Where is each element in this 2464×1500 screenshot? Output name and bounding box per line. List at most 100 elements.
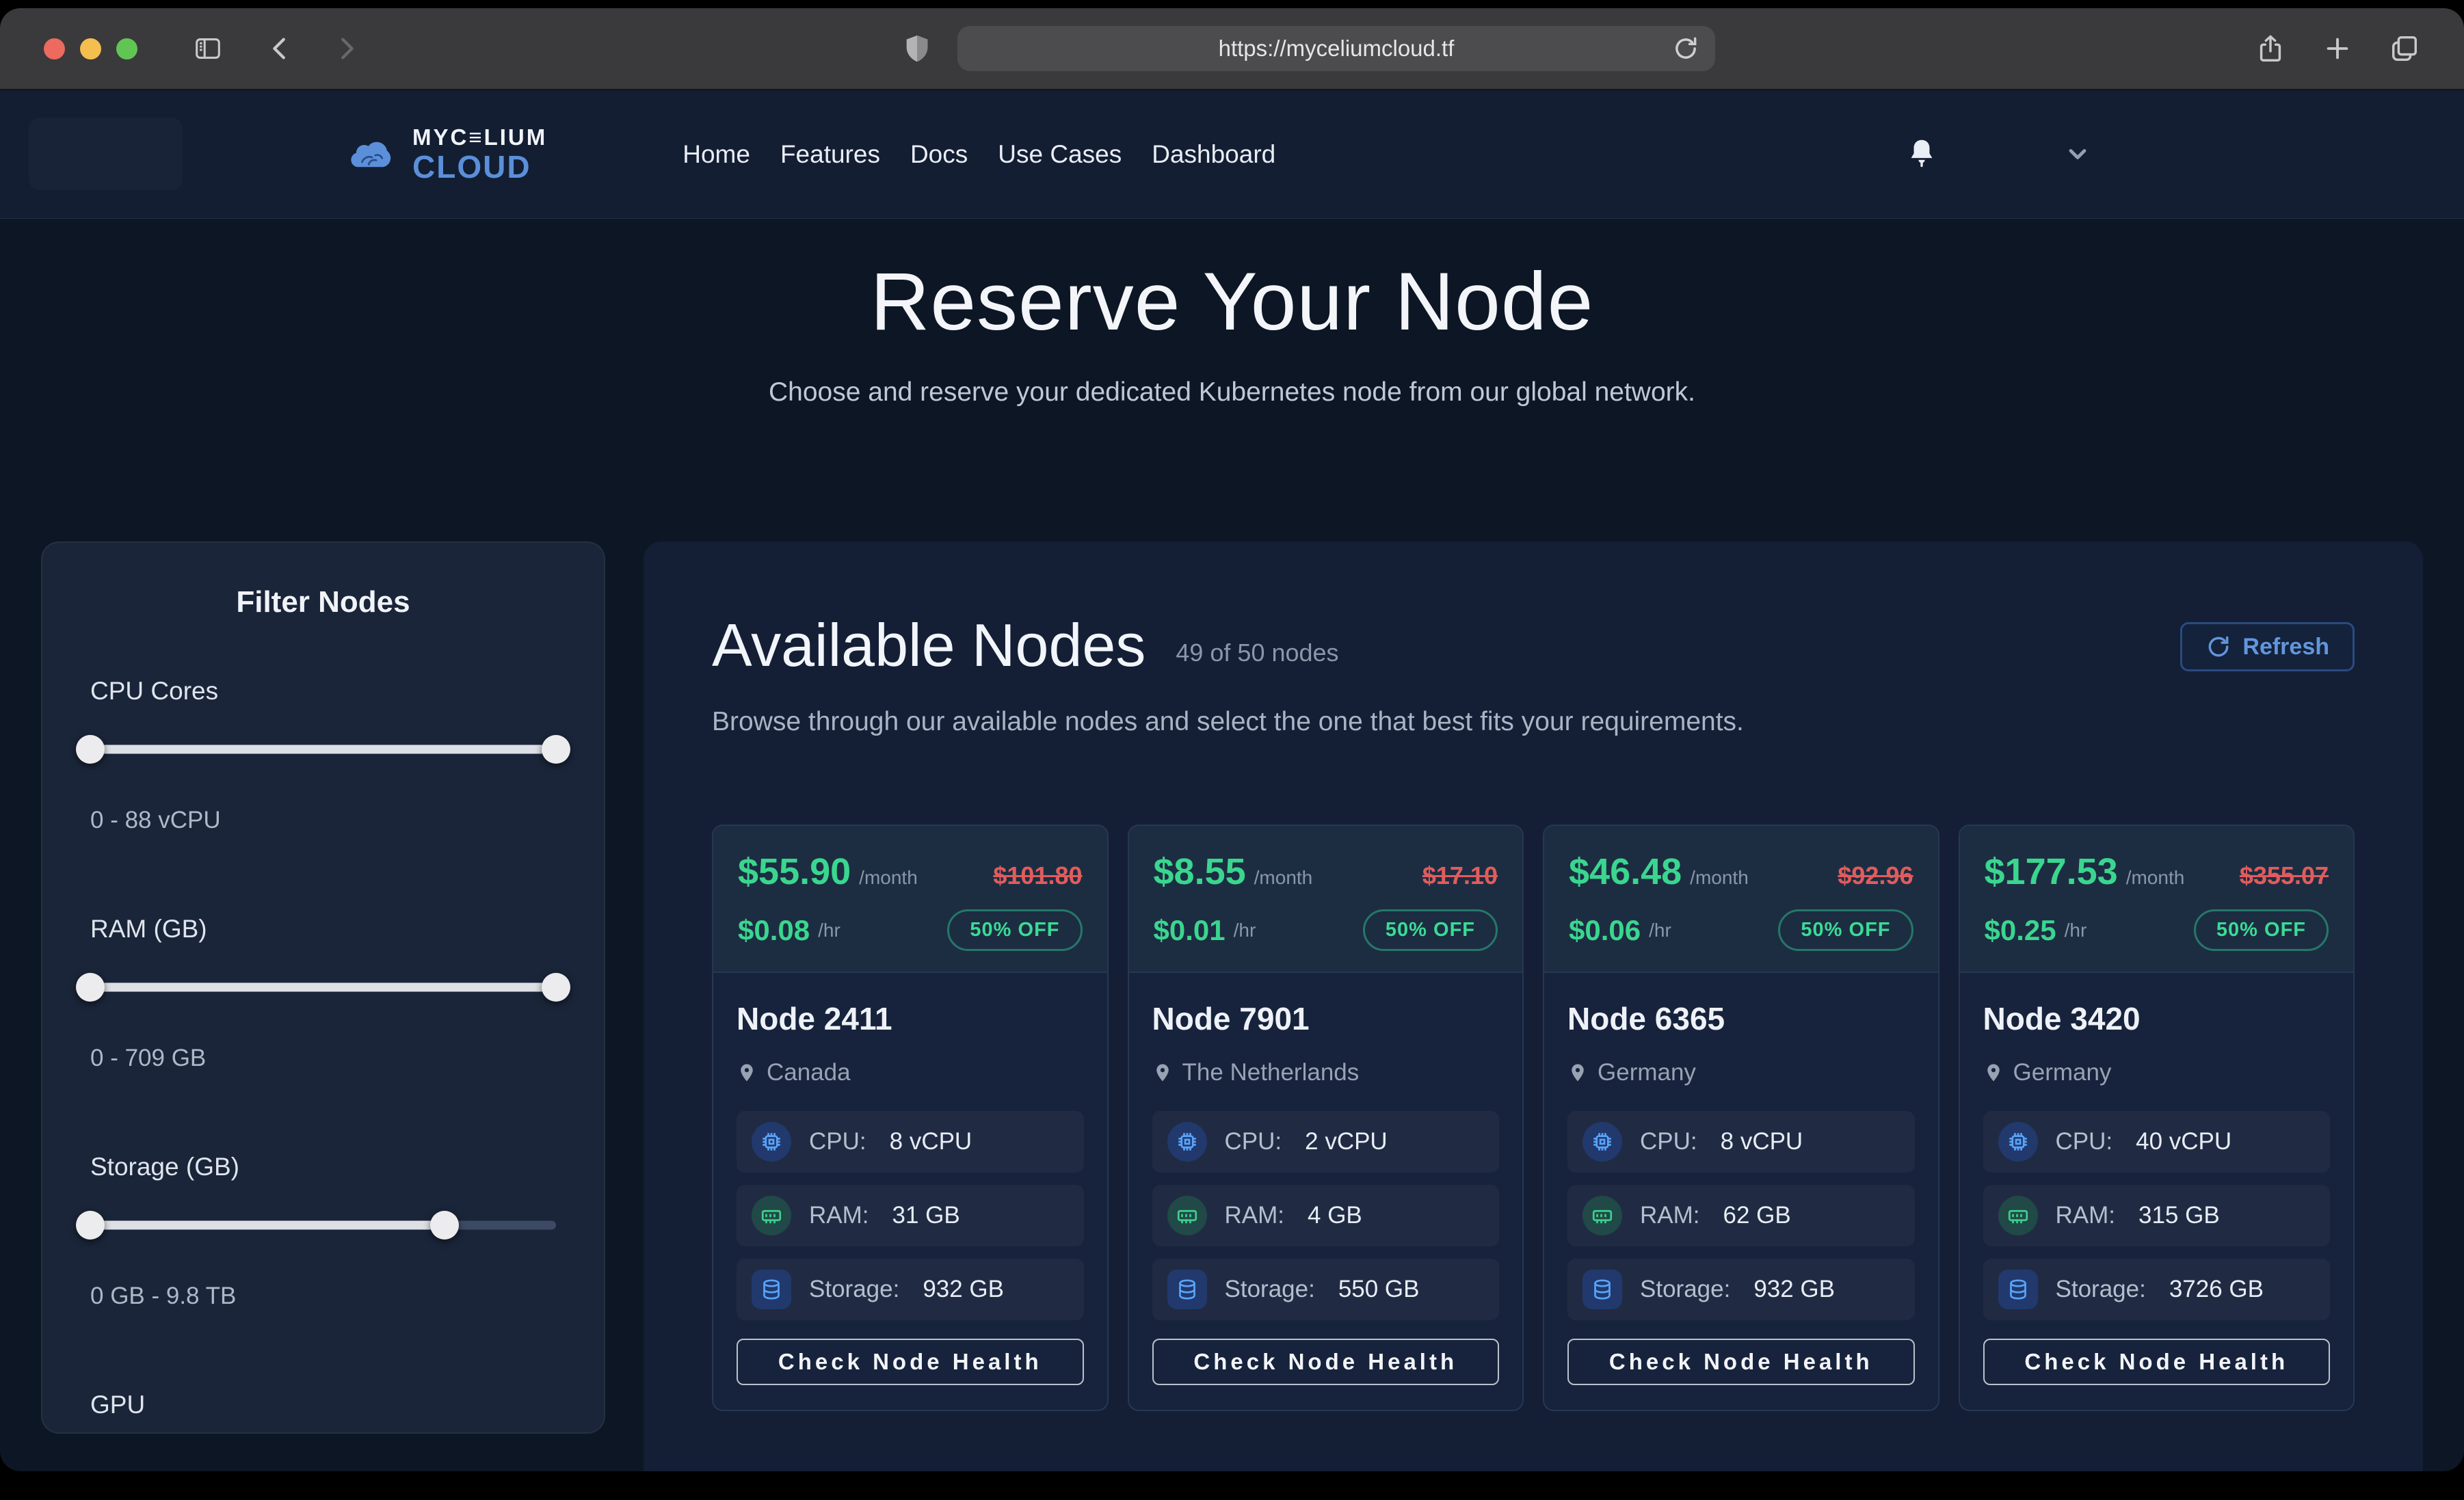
check-node-health-button[interactable]: Check Node Health	[1152, 1339, 1500, 1385]
back-icon	[265, 33, 296, 64]
spec-value: 932 GB	[923, 1276, 1004, 1303]
location-pin-icon	[1983, 1061, 2004, 1084]
storage-range-text: 0 GB - 9.8 TB	[90, 1283, 556, 1310]
spec-value: 3726 GB	[2169, 1276, 2264, 1303]
nav-links: Home Features Docs Use Cases Dashboard	[683, 140, 1275, 169]
brand-logo[interactable]: MYC≡LIUM CLOUD	[345, 126, 547, 183]
discount-badge: 50% OFF	[1778, 909, 1913, 951]
cpu-slider-max-handle[interactable]	[542, 735, 570, 764]
spec-label: RAM:	[809, 1202, 869, 1229]
notifications-button[interactable]	[1900, 134, 1943, 174]
original-price: $92.96	[1838, 861, 1913, 890]
spec-label: Storage:	[2056, 1276, 2146, 1303]
original-price: $17.10	[1422, 861, 1498, 890]
share-icon	[2255, 33, 2286, 64]
ram-slider-max-handle[interactable]	[542, 973, 570, 1002]
node-location: Germany	[2013, 1059, 2112, 1086]
url-text: https://myceliumcloud.tf	[1219, 36, 1455, 62]
spec-row-cpu: CPU: 2 vCPU	[1152, 1111, 1500, 1173]
share-button[interactable]	[2255, 33, 2286, 64]
node-name: Node 3420	[1983, 1000, 2331, 1037]
spec-row-storage: Storage: 932 GB	[1567, 1259, 1915, 1320]
hour-suffix: /hr	[818, 920, 840, 941]
discount-badge: 50% OFF	[2194, 909, 2329, 951]
nav-link-home[interactable]: Home	[683, 140, 750, 169]
node-card: $46.48 /month $92.96 $0.06 /hr 50% OFF N…	[1543, 825, 1939, 1411]
spec-label: CPU:	[809, 1128, 866, 1155]
brand-line2: CLOUD	[412, 151, 547, 183]
storage-slider-min-handle[interactable]	[76, 1211, 105, 1240]
location-pin-icon	[1567, 1061, 1588, 1084]
hero-section: Reserve Your Node Choose and reserve you…	[0, 219, 2464, 407]
refresh-icon	[2205, 634, 2231, 660]
sidebar-toggle-button[interactable]	[192, 33, 224, 64]
nav-link-use-cases[interactable]: Use Cases	[998, 140, 1122, 169]
price-per-hour: $0.08	[738, 914, 810, 947]
hour-suffix: /hr	[2065, 920, 2087, 941]
card-body: Node 3420 Germany CPU: 40 vCPU	[1960, 973, 2354, 1410]
original-price: $355.07	[2240, 861, 2329, 890]
back-button[interactable]	[265, 33, 296, 64]
cpu-slider-min-handle[interactable]	[76, 735, 105, 764]
refresh-button[interactable]: Refresh	[2180, 622, 2355, 671]
check-node-health-button[interactable]: Check Node Health	[1983, 1339, 2331, 1385]
zoom-window-button[interactable]	[116, 38, 137, 59]
node-cards-grid: $55.90 /month $101.80 $0.08 /hr 50% OFF …	[712, 825, 2355, 1411]
spec-value: 315 GB	[2138, 1202, 2220, 1229]
spec-list: CPU: 8 vCPU RAM: 62 GB Storage:	[1567, 1111, 1915, 1320]
spec-label: RAM:	[1225, 1202, 1285, 1229]
site-navbar: MYC≡LIUM CLOUD Home Features Docs Use Ca…	[0, 90, 2464, 219]
month-suffix: /month	[1254, 867, 1313, 889]
spec-row-cpu: CPU: 40 vCPU	[1983, 1111, 2331, 1173]
ram-icon	[1175, 1203, 1200, 1228]
minimize-window-button[interactable]	[80, 38, 101, 59]
spec-list: CPU: 40 vCPU RAM: 315 GB Storage:	[1983, 1111, 2331, 1320]
check-node-health-button[interactable]: Check Node Health	[737, 1339, 1084, 1385]
spec-row-ram: RAM: 315 GB	[1983, 1185, 2331, 1246]
price-per-month: $177.53	[1985, 851, 2118, 893]
spec-value: 31 GB	[892, 1202, 960, 1229]
discount-badge: 50% OFF	[947, 909, 1082, 951]
check-node-health-button[interactable]: Check Node Health	[1567, 1339, 1915, 1385]
account-menu-button[interactable]	[2057, 136, 2098, 172]
tab-overview-button[interactable]	[2389, 33, 2420, 64]
spec-value: 62 GB	[1723, 1202, 1791, 1229]
nav-link-docs[interactable]: Docs	[910, 140, 968, 169]
spec-row-storage: Storage: 932 GB	[737, 1259, 1084, 1320]
brand-line1: MYC≡LIUM	[412, 126, 547, 148]
spec-label: Storage:	[809, 1276, 899, 1303]
cpu-cores-slider[interactable]	[90, 734, 556, 764]
slider-fill	[90, 983, 556, 992]
ram-slider[interactable]	[90, 972, 556, 1002]
cpu-cores-label: CPU Cores	[90, 677, 556, 706]
storage-slider[interactable]	[90, 1210, 556, 1240]
gpu-label: GPU	[90, 1391, 556, 1419]
filter-group-gpu: GPU	[90, 1391, 556, 1434]
spec-list: CPU: 8 vCPU RAM: 31 GB Storage:	[737, 1111, 1084, 1320]
filter-panel-title: Filter Nodes	[90, 585, 556, 619]
reload-button[interactable]	[1671, 34, 1700, 66]
card-price-header: $55.90 /month $101.80 $0.08 /hr 50% OFF	[713, 826, 1107, 973]
card-price-header: $8.55 /month $17.10 $0.01 /hr 50% OFF	[1129, 826, 1523, 973]
address-bar[interactable]: https://myceliumcloud.tf	[957, 26, 1715, 71]
card-body: Node 7901 The Netherlands CPU: 2 vCPU	[1129, 973, 1523, 1410]
ram-slider-min-handle[interactable]	[76, 973, 105, 1002]
forward-icon	[330, 33, 362, 64]
storage-slider-max-handle[interactable]	[430, 1211, 459, 1240]
forward-button[interactable]	[330, 33, 362, 64]
ram-icon	[2006, 1203, 2030, 1228]
storage-icon	[1175, 1277, 1200, 1302]
browser-window: https://myceliumcloud.tf	[0, 8, 2464, 1471]
nav-link-dashboard[interactable]: Dashboard	[1152, 140, 1275, 169]
close-window-button[interactable]	[44, 38, 65, 59]
spec-value: 550 GB	[1338, 1276, 1420, 1303]
price-per-hour: $0.25	[1985, 914, 2056, 947]
nav-link-features[interactable]: Features	[780, 140, 880, 169]
shield-icon[interactable]	[901, 33, 933, 64]
price-per-hour: $0.01	[1154, 914, 1226, 947]
new-tab-button[interactable]	[2322, 33, 2353, 64]
spec-value: 932 GB	[1753, 1276, 1835, 1303]
price-per-month: $55.90	[738, 851, 851, 893]
cloud-logo-icon	[345, 135, 399, 174]
node-name: Node 2411	[737, 1000, 1084, 1037]
